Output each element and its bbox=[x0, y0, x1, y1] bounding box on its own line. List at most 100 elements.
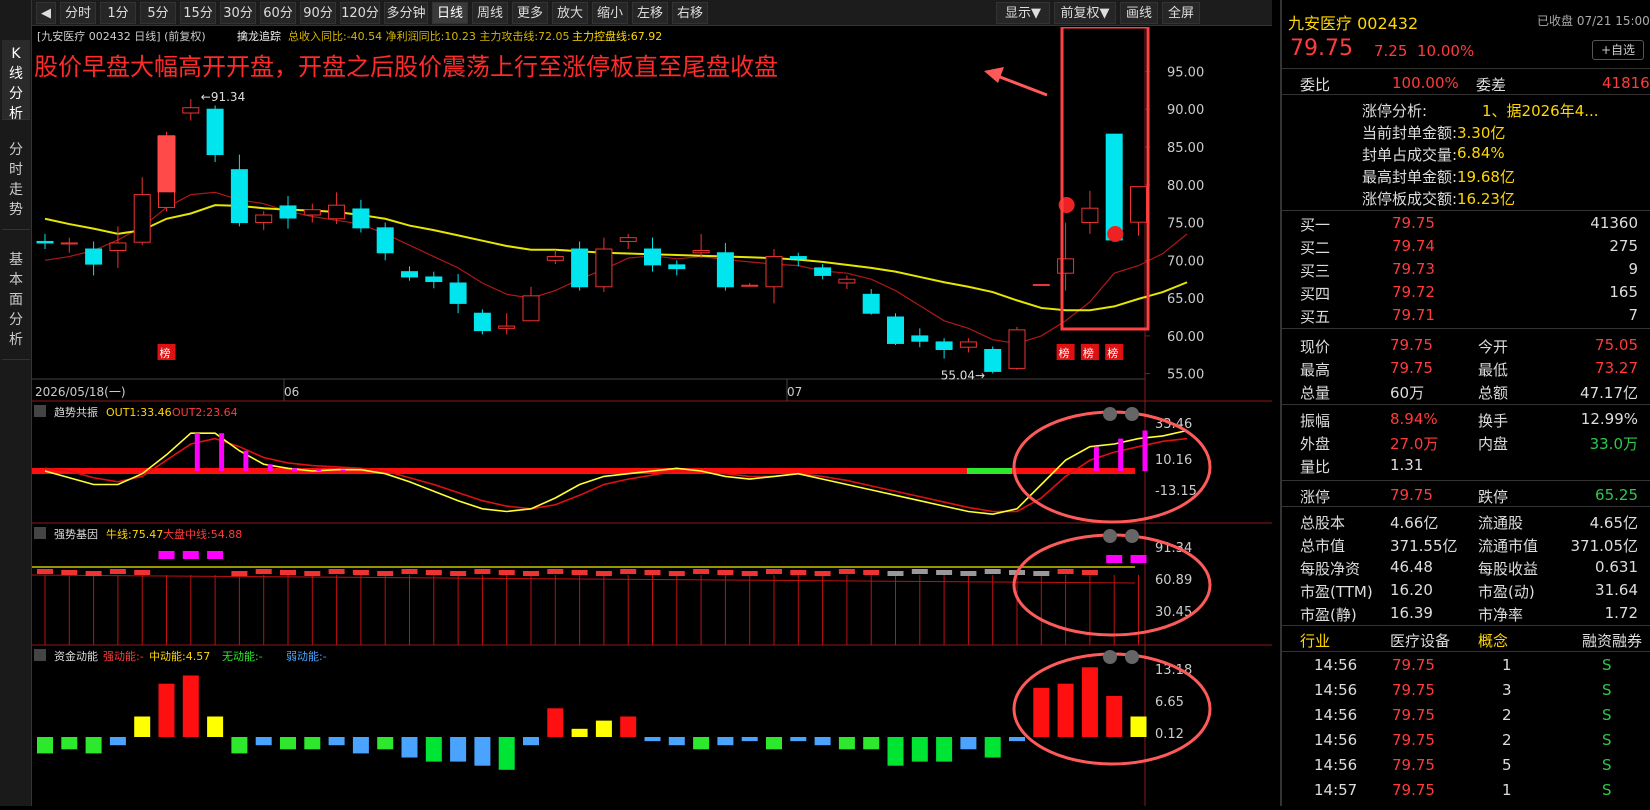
quote-panel: 九安医疗 002432 已收盘 07/21 15:00 79.75 7.25 10.00… bbox=[1280, 0, 1650, 806]
toolbar-right-2[interactable]: 画线 bbox=[1120, 2, 1158, 24]
price-tick: 95.00 bbox=[1167, 65, 1204, 80]
bang-label: 榜 bbox=[160, 346, 171, 360]
candle-body bbox=[206, 108, 224, 156]
period-button-0[interactable]: 分时 bbox=[60, 2, 96, 24]
collapse-button[interactable]: ◀ bbox=[36, 2, 56, 24]
panel2-block bbox=[668, 571, 685, 576]
volume-bar bbox=[620, 716, 637, 737]
tick-row: 14:56 79.75 3 S bbox=[1314, 681, 1612, 699]
divider bbox=[1282, 506, 1650, 507]
fund-row: 市盈(静) 16.39 市净率 1.72 bbox=[1300, 604, 1638, 624]
panel2-block bbox=[1130, 555, 1147, 563]
period-button-13[interactable]: 缩小 bbox=[592, 2, 628, 24]
bid-row: 买五 79.71 7 bbox=[1300, 306, 1638, 326]
toolbar-right-3[interactable]: 全屏 bbox=[1162, 2, 1200, 24]
volume-bar bbox=[401, 737, 418, 758]
candle-body bbox=[279, 205, 297, 219]
volume-bar bbox=[1033, 687, 1050, 737]
high-label: ←91.34 bbox=[201, 90, 245, 104]
tab-kline[interactable]: K线分析 bbox=[2, 40, 30, 122]
period-button-7[interactable]: 120分 bbox=[340, 2, 380, 24]
panel2-block bbox=[158, 551, 175, 559]
period-button-6[interactable]: 90分 bbox=[300, 2, 336, 24]
tick-row: 14:56 79.75 5 S bbox=[1314, 756, 1612, 774]
panel2-block bbox=[547, 569, 564, 574]
divider bbox=[1282, 94, 1650, 95]
panel1-bar bbox=[316, 469, 322, 471]
panel2-block bbox=[644, 570, 661, 575]
close-icon bbox=[1125, 650, 1139, 664]
tick-row: 14:56 79.75 2 S bbox=[1314, 706, 1612, 724]
candle-body bbox=[1105, 133, 1123, 241]
period-button-11[interactable]: 更多▼ bbox=[512, 2, 548, 43]
period-button-4[interactable]: 30分 bbox=[220, 2, 256, 24]
panel2-name: 强势基因 bbox=[54, 528, 98, 541]
bang-label: 榜 bbox=[1107, 346, 1118, 360]
price-tick: 75.00 bbox=[1167, 217, 1204, 232]
toolbar-right-1[interactable]: 前复权▼ bbox=[1054, 2, 1116, 24]
panel2-block bbox=[304, 571, 321, 576]
period-button-12[interactable]: 放大 bbox=[552, 2, 588, 24]
toolbar-right-0[interactable]: 显示▼ bbox=[996, 2, 1050, 24]
candle-body bbox=[303, 209, 321, 216]
candle-body bbox=[425, 276, 443, 282]
panel2-block bbox=[693, 569, 710, 574]
panel3-weak: 弱动能:- bbox=[286, 649, 327, 663]
divider bbox=[1282, 210, 1650, 211]
chart-title: [九安医疗 002432 日线] (前复权) bbox=[37, 29, 206, 43]
period-button-15[interactable]: 右移 bbox=[672, 2, 708, 24]
candle-body bbox=[911, 335, 929, 342]
tick-row: 14:56 79.75 2 S bbox=[1314, 731, 1612, 749]
volume-bar bbox=[887, 737, 904, 766]
add-favorite-button[interactable]: +自选 bbox=[1592, 40, 1644, 60]
panel2-block bbox=[450, 571, 467, 576]
period-button-1[interactable]: 1分 bbox=[100, 2, 136, 24]
candle-body bbox=[716, 252, 734, 288]
volume-bar bbox=[523, 737, 539, 746]
panel2-block bbox=[207, 551, 224, 559]
panel2-block bbox=[328, 569, 345, 574]
panel2-block bbox=[231, 571, 248, 576]
panel2-block bbox=[352, 570, 369, 575]
divider bbox=[1282, 328, 1650, 329]
tab-intraday[interactable]: 分时走势 bbox=[2, 130, 30, 230]
period-button-8[interactable]: 多分钟 bbox=[384, 2, 428, 24]
panel2-tick: 60.89 bbox=[1155, 573, 1192, 588]
limit-up-candle bbox=[157, 135, 176, 193]
period-button-3[interactable]: 15分 bbox=[180, 2, 216, 24]
volume-bar bbox=[37, 737, 53, 754]
price-tick: 55.00 bbox=[1167, 368, 1204, 383]
panel2-block bbox=[984, 569, 1001, 574]
panel2-block bbox=[571, 570, 588, 575]
period-button-2[interactable]: 5分 bbox=[140, 2, 176, 24]
candle-body bbox=[352, 208, 370, 229]
period-button-5[interactable]: 60分 bbox=[260, 2, 296, 24]
panel2-block bbox=[766, 569, 782, 574]
period-button-10[interactable]: 周线 bbox=[472, 2, 508, 24]
candle-body bbox=[959, 341, 977, 348]
panel2-block bbox=[838, 569, 855, 574]
panel2-block bbox=[1081, 570, 1098, 575]
panel2-market: 大盘中线:54.88 bbox=[163, 527, 242, 541]
panel1-tick: -13.15 bbox=[1155, 484, 1197, 499]
period-button-9[interactable]: 日线 bbox=[432, 2, 468, 24]
volume-bar bbox=[498, 737, 515, 770]
panel3-strong: 强动能:- bbox=[103, 649, 144, 663]
panel2-block bbox=[134, 570, 151, 575]
candle-body bbox=[1057, 258, 1075, 274]
volume-bar bbox=[231, 737, 248, 754]
period-button-14[interactable]: 左移 bbox=[632, 2, 668, 24]
panel2-block bbox=[717, 570, 734, 575]
volume-bar bbox=[304, 737, 321, 750]
volume-bar bbox=[668, 737, 685, 746]
chart-svg: [九安医疗 002432 日线] (前复权) 擒龙追踪 总收入同比:-40.54 净… bbox=[31, 25, 1272, 806]
close-icon bbox=[1125, 407, 1139, 421]
volume-bar bbox=[863, 737, 880, 750]
candle-body bbox=[838, 278, 856, 284]
analysis-row: 涨停板成交额: 16.23亿 bbox=[1362, 190, 1515, 208]
tab-fundamentals[interactable]: 基本面分析 bbox=[2, 240, 30, 360]
limit-row: 涨停 79.75 跌停 65.25 bbox=[1300, 486, 1638, 506]
divider bbox=[1282, 480, 1650, 481]
date-label: 06 bbox=[284, 385, 299, 399]
fund-row: 每股净资 46.48 每股收益 0.631 bbox=[1300, 558, 1638, 578]
